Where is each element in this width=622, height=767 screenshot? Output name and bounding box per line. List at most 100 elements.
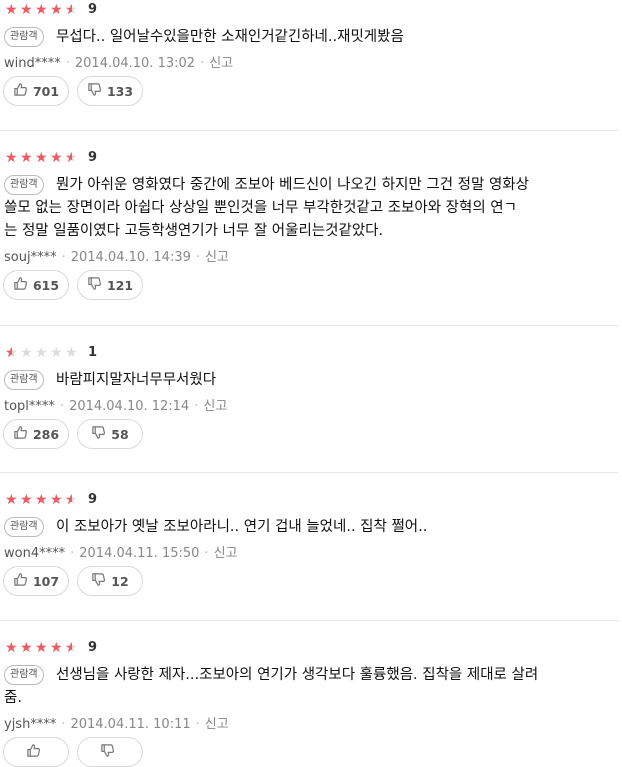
rating-score: 9 [88, 2, 98, 17]
like-button[interactable] [3, 737, 69, 767]
star-fill: ★ [20, 3, 33, 17]
dislike-button[interactable]: 133 [77, 76, 143, 106]
separator-dot: · [70, 546, 75, 561]
like-button[interactable]: 701 [3, 76, 69, 106]
review-date: 2014.04.10. 12:14 [69, 399, 190, 414]
star-rating: ★★★★★★★★★★ [5, 1, 80, 19]
star-icon: ★★ [35, 492, 48, 508]
author-id[interactable]: topl**** [4, 399, 55, 414]
separator-dot: · [59, 399, 65, 414]
review-item: ★★★★★★★★★★ 1 관람객 바람피지말자너무무서웠다topl**** · 2014.… [0, 343, 622, 490]
viewer-badge: 관람객 [4, 27, 44, 47]
star-icon: ★★ [5, 345, 18, 361]
star-icon: ★★ [5, 492, 18, 508]
star-icon: ★★ [35, 345, 48, 361]
star-icon: ★★ [65, 150, 78, 166]
like-button[interactable]: 107 [3, 566, 69, 596]
star-fill: ★ [50, 493, 63, 507]
star-fill: ★ [5, 346, 12, 360]
dislike-button[interactable]: 121 [77, 270, 143, 300]
review-text-line: 는 정말 일품이였다 고등학생연기가 너무 잘 어울리는것같았다. [4, 223, 384, 239]
review-item: ★ ★ ★ ★ ★ ★ ★ ★ ★ ★ 9 관람객 무섭다.. 일어날수있을만한 소재인거같긴하네..재… [0, 0, 622, 145]
dislike-count: 12 [111, 573, 129, 589]
author-id[interactable]: wind**** [4, 56, 61, 71]
separator-dot: · [61, 717, 66, 732]
like-button[interactable]: 286 [3, 419, 69, 449]
review-meta: wind**** · 2014.04.10. 13:02 · 신고 [4, 52, 233, 71]
star-icon: ★★ [65, 345, 78, 361]
report-link[interactable]: 신고 [214, 546, 238, 561]
star-rating: ★★★★★★★★★★ [5, 639, 80, 657]
star-rating: ★★★★★★★★★★ [5, 149, 80, 167]
separator-dot: · [200, 56, 205, 71]
review-text-line: 쓸모 없는 장면이라 아쉽다 상상일 뿐인것을 너무 부각한것같고 조보아와 장… [4, 200, 517, 216]
star-rating: ★★★★★★★★★★ [5, 344, 80, 362]
star-icon: ★★ [65, 492, 78, 508]
thumbs-up-icon [13, 276, 33, 294]
star-fill: ★ [5, 493, 18, 507]
separator-dot: · [65, 56, 70, 71]
review-text: 바람피지말자너무무서웠다 [56, 369, 614, 392]
star-icon: ★★ [35, 640, 48, 656]
viewer-badge: 관람객 [4, 370, 44, 390]
report-link[interactable]: 신고 [203, 399, 227, 414]
review-divider [0, 130, 618, 131]
report-link[interactable]: 신고 [205, 717, 229, 732]
like-count: 615 [32, 277, 60, 293]
star-fill: ★ [5, 151, 18, 165]
dislike-button[interactable]: 12 [77, 566, 143, 596]
star-fill: ★ [35, 641, 48, 655]
rating-score: 1 [88, 345, 98, 360]
review-meta: souj**** · 2014.04.10. 14:39 · 신고 [4, 246, 229, 265]
review-text-line: 이 조보아가 옛날 조보아라니.. 연기 겁내 늘었네.. 집착 쩔어.. [56, 519, 428, 535]
star-icon: ★★ [50, 492, 63, 508]
star-icon: ★★ [20, 492, 33, 508]
review-text-line: 뭔가 아쉬운 영화였다 중간에 조보아 베드신이 나오긴 하지만 그건 정말 영… [56, 177, 529, 193]
review-meta: yjsh**** · 2014.04.11. 10:11 · 신고 [4, 713, 229, 732]
rating-score: 9 [88, 640, 98, 655]
author-id[interactable]: souj**** [4, 250, 57, 265]
star-icon: ★★ [50, 345, 63, 361]
thumbs-down-icon [87, 276, 107, 294]
review-date: 2014.04.10. 13:02 [74, 56, 196, 71]
dislike-count: 133 [106, 83, 134, 99]
review-date: 2014.04.11. 10:11 [70, 717, 191, 732]
author-id[interactable]: yjsh**** [4, 717, 56, 732]
review-text-line: 선생님을 사랑한 제자...조보아의 연기가 생각보다 훌륭했음. 집착을 제대… [56, 667, 539, 683]
star-fill: ★ [5, 3, 18, 17]
rating-score: 9 [88, 492, 98, 507]
review-item: ★ ★ ★ ★ ★ ★ ★ ★ ★ ★ 9 관람객 선생님을 사랑한 제자...조보아의 연기가 생각보… [0, 638, 622, 767]
star-fill: ★ [50, 641, 63, 655]
dislike-count: 58 [111, 426, 129, 442]
dislike-button[interactable] [77, 737, 143, 767]
star-icon: ★★ [5, 640, 18, 656]
separator-dot: · [61, 250, 66, 265]
report-link[interactable]: 신고 [205, 250, 229, 265]
thumbs-down-icon [91, 425, 111, 443]
dislike-button[interactable]: 58 [77, 419, 143, 449]
like-count: 286 [32, 426, 60, 442]
star-fill: ★ [20, 493, 33, 507]
star-fill: ★ [50, 151, 63, 165]
like-button[interactable]: 615 [3, 270, 69, 300]
star-icon: ★★ [5, 150, 18, 166]
thumbs-down-icon [87, 82, 107, 100]
like-count: 701 [32, 83, 60, 99]
star-icon: ★★ [20, 640, 33, 656]
author-id[interactable]: won4**** [4, 546, 65, 561]
star-icon: ★★ [50, 150, 63, 166]
star-rating: ★★★★★★★★★★ [5, 491, 80, 509]
review-text: 선생님을 사랑한 제자...조보아의 연기가 생각보다 훌륭했음. 집착을 제대… [4, 664, 614, 710]
review-date: 2014.04.10. 14:39 [70, 250, 191, 265]
star-icon: ★★ [20, 150, 33, 166]
review-text: 이 조보아가 옛날 조보아라니.. 연기 겁내 늘었네.. 집착 쩔어.. [56, 516, 614, 539]
thumbs-up-icon [13, 82, 33, 100]
review-item: ★ ★ ★ ★ ★ ★ ★ ★ ★ ★ 9 관람객 이 조보아가 옛날 조보아라니.. 연기 겁내 늘었… [0, 490, 622, 638]
review-divider [0, 620, 618, 621]
star-fill: ★ [65, 3, 72, 17]
thumbs-up-icon [13, 572, 33, 590]
report-link[interactable]: 신고 [209, 56, 233, 71]
star-fill: ★ [35, 3, 48, 17]
star-icon: ★★ [65, 640, 78, 656]
star-fill: ★ [35, 151, 48, 165]
